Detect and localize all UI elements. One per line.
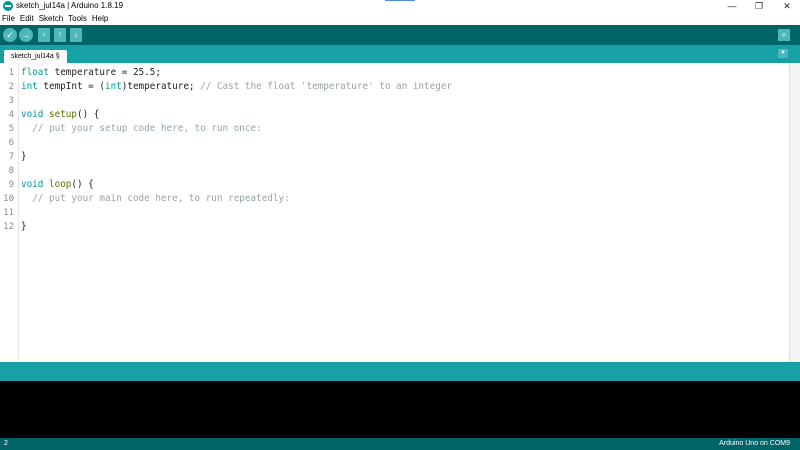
code-line[interactable]: // put your main code here, to run repea… [21,192,788,206]
code-keyword: int [21,81,38,92]
arduino-logo-icon [3,1,13,11]
code-line[interactable] [21,136,788,150]
code-text: } [21,221,27,232]
menu-sketch[interactable]: Sketch [39,13,63,25]
code-line[interactable] [21,206,788,220]
menu-file[interactable]: File [2,13,15,25]
status-board-port: Arduino Uno on COM9 [719,440,790,447]
toolbar: ✓ → ▫ ↑ ↓ ⌕ [0,25,800,45]
open-sketch-button[interactable]: ↑ [54,28,66,42]
code-line[interactable]: } [21,150,788,164]
status-line-number: 2 [4,440,8,447]
code-keyword: loop [49,179,72,190]
code-line[interactable]: void loop() { [21,178,788,192]
code-text: temperature = 25.5; [49,67,161,78]
code-text: } [21,151,27,162]
line-number: 8 [8,166,14,176]
line-number: 3 [8,96,14,106]
console-output[interactable] [0,381,800,438]
minimize-button[interactable]: — [725,0,739,13]
line-number: 12 [3,222,14,232]
code-comment: // put your setup code here, to run once… [21,123,262,134]
line-number-gutter: 1 2 3 4 5 6 7 8 9 10 11 12 [0,63,19,362]
upload-button[interactable]: → [19,28,33,42]
code-line[interactable] [21,94,788,108]
code-comment: // put your main code here, to run repea… [21,193,290,204]
menu-edit[interactable]: Edit [20,13,34,25]
code-keyword: void [21,109,44,120]
line-number: 2 [8,82,14,92]
line-number: 6 [8,138,14,148]
vertical-scrollbar[interactable] [789,63,800,362]
maximize-button[interactable]: ❐ [752,0,766,13]
save-sketch-button[interactable]: ↓ [70,28,82,42]
tab-menu-button[interactable]: ▼ [778,49,788,58]
line-number: 4 [8,110,14,120]
verify-button[interactable]: ✓ [3,28,17,42]
line-number: 10 [3,194,14,204]
title-bar: sketch_jul14a | Arduino 1.8.19 — ❐ ✕ [0,0,800,13]
line-number: 11 [3,208,14,218]
code-keyword: setup [49,109,77,120]
status-bar: 2 Arduino Uno on COM9 [0,438,800,450]
line-number: 7 [8,152,14,162]
code-text: )temperature; [121,81,201,92]
menu-tools[interactable]: Tools [68,13,87,25]
message-bar [0,362,800,381]
code-line[interactable]: float temperature = 25.5; [21,66,788,80]
code-keyword: int [104,81,122,92]
code-editor[interactable]: 1 2 3 4 5 6 7 8 9 10 11 12 float temperature = 25.5… [0,63,800,362]
tab-bar: sketch_jul14a § ▼ [0,45,800,63]
line-number: 9 [8,180,14,190]
code-line[interactable]: // put your setup code here, to run once… [21,122,788,136]
code-keyword: void [21,179,44,190]
code-comment: // Cast the float 'temperature' to an in… [200,81,453,92]
code-area[interactable]: float temperature = 25.5; int tempInt = (… [21,66,788,234]
serial-monitor-button[interactable]: ⌕ [778,29,790,41]
code-line[interactable]: void setup() { [21,108,788,122]
close-button[interactable]: ✕ [780,0,794,13]
taskbar-indicator [385,0,415,1]
new-sketch-button[interactable]: ▫ [38,28,50,42]
tab-sketch[interactable]: sketch_jul14a § [4,50,67,63]
menu-help[interactable]: Help [92,13,108,25]
menu-bar: File Edit Sketch Tools Help [0,13,800,25]
code-text: () { [77,109,100,120]
window-title: sketch_jul14a | Arduino 1.8.19 [16,1,124,10]
code-text: () { [71,179,94,190]
code-line[interactable]: int tempInt = (int)temperature; // Cast … [21,80,788,94]
line-number: 5 [8,124,14,134]
line-number: 1 [8,68,14,78]
code-line[interactable]: } [21,220,788,234]
code-text: tempInt = ( [37,81,105,92]
code-line[interactable] [21,164,788,178]
code-keyword: float [21,67,49,78]
